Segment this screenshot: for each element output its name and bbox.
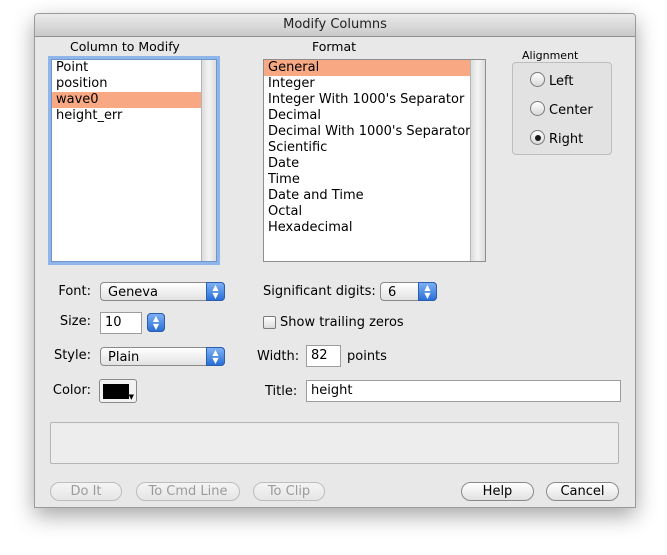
font-label: Font: <box>58 284 91 299</box>
title-label: Title: <box>265 384 298 399</box>
significant-digits-value: 6 <box>388 285 397 300</box>
format-list-item[interactable]: Octal <box>264 204 485 220</box>
format-list-item[interactable]: Date <box>264 156 485 172</box>
align-center-radio[interactable]: Center <box>530 101 593 119</box>
column-list-items: Point position wave0 height_err <box>52 60 216 124</box>
significant-digits-label: Significant digits: <box>263 284 376 299</box>
alignment-header: Alignment <box>522 49 579 62</box>
align-left-radio[interactable]: Left <box>530 72 573 90</box>
column-list-item[interactable]: Point <box>52 60 216 76</box>
popup-arrows-icon: ▲ ▼ <box>206 282 225 301</box>
align-right-radio-circle <box>530 130 545 145</box>
modify-columns-dialog: Modify Columns Column to Modify Point pos… <box>34 13 636 508</box>
size-label: Size: <box>59 314 91 329</box>
align-left-label: Left <box>549 74 574 89</box>
status-area <box>50 422 619 464</box>
color-well[interactable]: ▼ <box>99 379 137 403</box>
align-left-radio-circle <box>530 72 545 87</box>
size-stepper[interactable]: ▲ ▼ <box>147 313 165 332</box>
stepper-arrows-icon: ▲ ▼ <box>147 313 165 332</box>
width-field[interactable]: 82 <box>306 345 341 367</box>
format-list-item[interactable]: Decimal With 1000's Separator <box>264 124 485 140</box>
color-swatch <box>103 384 129 399</box>
format-list-item[interactable]: General <box>264 60 485 76</box>
column-list-item[interactable]: position <box>52 76 216 92</box>
do-it-button[interactable]: Do It <box>50 482 122 501</box>
align-right-radio[interactable]: Right <box>530 130 583 148</box>
column-list[interactable]: Point position wave0 height_err <box>51 59 217 262</box>
width-unit-label: points <box>347 349 387 364</box>
popup-arrows-icon: ▲ ▼ <box>206 347 225 366</box>
significant-digits-popup[interactable]: 6 ▲ ▼ <box>380 282 437 301</box>
trailing-zeros-label: Show trailing zeros <box>280 315 404 330</box>
font-popup[interactable]: Geneva ▲ ▼ <box>100 282 225 301</box>
window-title: Modify Columns <box>35 14 635 37</box>
column-list-header: Column to Modify <box>70 39 180 54</box>
format-list-scrollbar[interactable] <box>470 60 485 261</box>
style-value: Plain <box>108 350 140 365</box>
help-button[interactable]: Help <box>461 482 534 501</box>
alignment-group: Left Center Right <box>512 62 612 155</box>
style-popup[interactable]: Plain ▲ ▼ <box>100 347 225 366</box>
to-cmd-line-button[interactable]: To Cmd Line <box>136 482 240 501</box>
color-label: Color: <box>52 383 91 398</box>
column-list-item[interactable]: wave0 <box>52 92 216 108</box>
title-field[interactable]: height <box>306 380 621 402</box>
cancel-button[interactable]: Cancel <box>546 482 619 501</box>
format-list-item[interactable]: Scientific <box>264 140 485 156</box>
width-label: Width: <box>257 349 300 364</box>
align-center-label: Center <box>549 103 593 118</box>
format-list-item[interactable]: Integer With 1000's Separator <box>264 92 485 108</box>
format-list[interactable]: General Integer Integer With 1000's Separa… <box>263 59 486 262</box>
size-field[interactable]: 10 <box>100 312 142 334</box>
column-list-item[interactable]: height_err <box>52 108 216 124</box>
popup-arrows-icon: ▲ ▼ <box>418 282 437 301</box>
style-label: Style: <box>53 348 91 363</box>
to-clip-button[interactable]: To Clip <box>253 482 325 501</box>
format-list-header: Format <box>312 39 357 54</box>
format-list-item[interactable]: Date and Time <box>264 188 485 204</box>
font-value: Geneva <box>108 285 158 300</box>
column-list-scrollbar[interactable] <box>201 60 216 261</box>
format-list-item[interactable]: Integer <box>264 76 485 92</box>
format-list-items: General Integer Integer With 1000's Separa… <box>264 60 485 236</box>
chevron-down-icon: ▼ <box>128 393 134 401</box>
format-list-item[interactable]: Time <box>264 172 485 188</box>
align-right-label: Right <box>549 132 584 147</box>
trailing-zeros-checkbox[interactable] <box>263 316 276 329</box>
format-list-item[interactable]: Hexadecimal <box>264 220 485 236</box>
align-center-radio-circle <box>530 101 545 116</box>
format-list-item[interactable]: Decimal <box>264 108 485 124</box>
